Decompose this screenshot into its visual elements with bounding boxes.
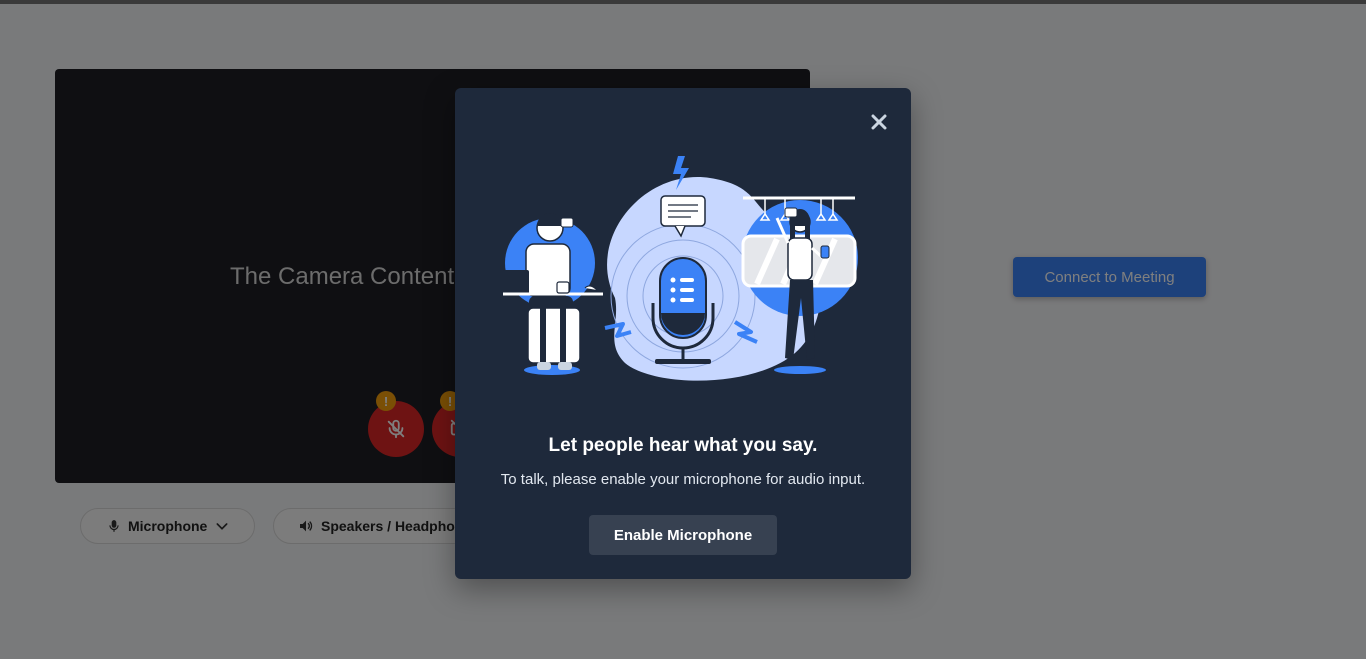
enable-microphone-button[interactable]: Enable Microphone [589,515,777,555]
modal-description: To talk, please enable your microphone f… [500,471,866,488]
microphone-illustration [503,156,858,381]
enable-microphone-dialog: Let people hear what you say. To talk, p… [455,88,911,579]
modal-title: Let people hear what you say. [548,435,818,456]
close-icon [871,114,887,130]
close-button[interactable] [867,110,891,134]
